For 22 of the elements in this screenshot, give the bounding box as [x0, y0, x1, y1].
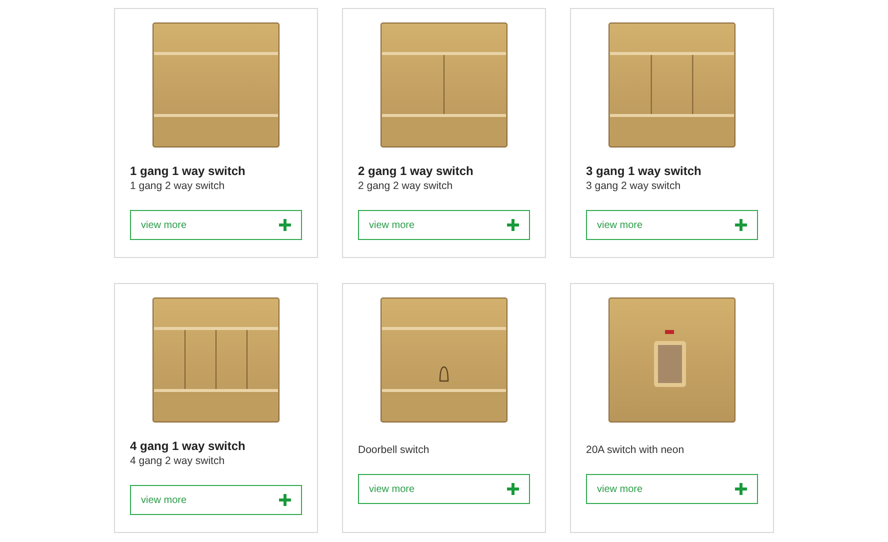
view-more-button[interactable]: view more — [586, 474, 758, 504]
plus-icon — [735, 483, 747, 495]
view-more-button[interactable]: view more — [130, 210, 302, 240]
product-title: 4 gang 1 way switch — [130, 439, 246, 454]
product-title: 2 gang 1 way switch — [358, 164, 474, 179]
plus-icon — [735, 219, 747, 231]
product-caption: 3 gang 2 way switch — [586, 179, 682, 194]
plus-icon — [507, 219, 519, 231]
product-title: 1 gang 1 way switch — [130, 164, 246, 179]
view-more-button[interactable]: view more — [358, 474, 530, 504]
product-caption: 2 gang 2 way switch — [358, 179, 454, 194]
product-caption: Doorbell switch — [358, 443, 430, 458]
product-caption: 1 gang 2 way switch — [130, 179, 226, 194]
view-more-button[interactable]: view more — [358, 210, 530, 240]
product-caption: 4 gang 2 way switch — [130, 454, 226, 469]
view-more-button[interactable]: view more — [130, 485, 302, 515]
plus-icon — [279, 494, 291, 506]
product-caption: 20A switch with neon — [586, 443, 686, 458]
product-title: 3 gang 1 way switch — [586, 164, 702, 179]
plus-icon — [507, 483, 519, 495]
view-more-button[interactable]: view more — [586, 210, 758, 240]
plus-icon — [279, 219, 291, 231]
